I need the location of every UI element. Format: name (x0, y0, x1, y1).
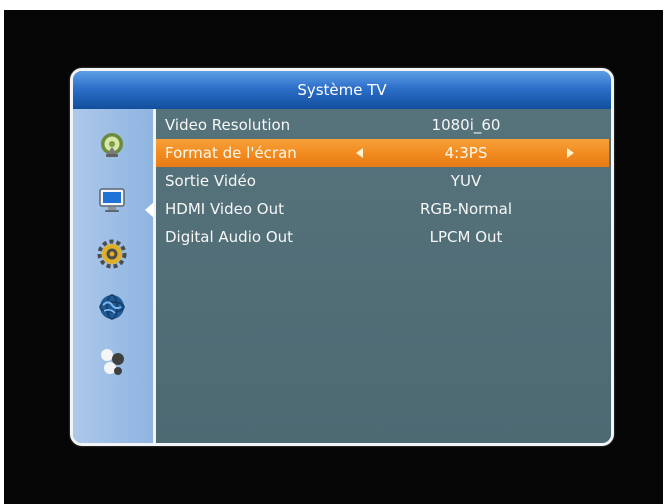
network-icon[interactable] (96, 345, 128, 377)
setting-value: 4:3PS (444, 144, 488, 162)
setting-label: Video Resolution (165, 116, 291, 134)
setting-value: LPCM Out (429, 228, 503, 246)
satellite-dish-icon[interactable] (96, 130, 128, 162)
setting-value: 1080i_60 (431, 116, 501, 134)
monitor-icon[interactable] (96, 184, 128, 216)
setting-value: YUV (450, 172, 482, 190)
setting-row-video-output[interactable]: Sortie Vidéo YUV (156, 167, 609, 195)
setting-row-digital-audio-out[interactable]: Digital Audio Out LPCM Out (156, 223, 609, 251)
setting-label: HDMI Video Out (165, 200, 284, 218)
setting-label: Sortie Vidéo (165, 172, 256, 190)
window-titlebar: Système TV (73, 71, 611, 109)
category-sidebar (73, 109, 153, 443)
setting-row-video-resolution[interactable]: Video Resolution 1080i_60 (156, 111, 609, 139)
left-arrow-icon[interactable] (356, 148, 363, 158)
settings-list: Video Resolution 1080i_60 Format de l'éc… (156, 109, 611, 443)
setting-label: Format de l'écran (165, 144, 297, 162)
setting-value: RGB-Normal (419, 200, 513, 218)
right-arrow-icon[interactable] (567, 148, 574, 158)
system-tv-window: Système TV Video Resolution 1080i_60 For… (70, 68, 614, 446)
setting-row-screen-format[interactable]: Format de l'écran 4:3PS (156, 139, 609, 167)
setting-label: Digital Audio Out (165, 228, 294, 246)
active-category-pointer (145, 202, 154, 218)
setting-row-hdmi-video-out[interactable]: HDMI Video Out RGB-Normal (156, 195, 609, 223)
window-title: Système TV (297, 81, 387, 99)
tv-screen: Système TV Video Resolution 1080i_60 For… (4, 10, 663, 504)
settings-gear-icon[interactable] (96, 238, 128, 270)
globe-icon[interactable] (96, 291, 128, 323)
